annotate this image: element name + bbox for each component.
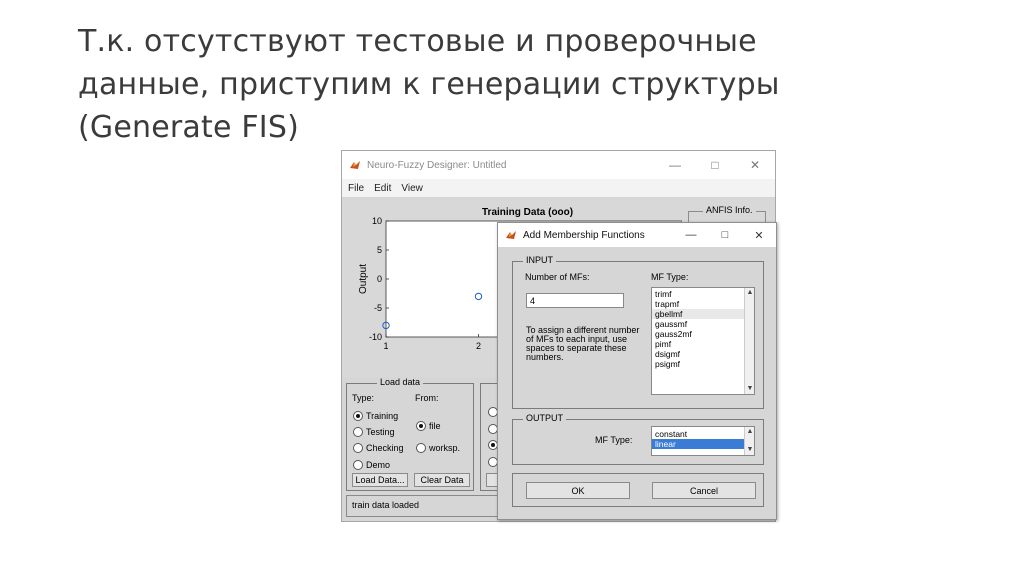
output-section-title: OUTPUT <box>523 413 566 423</box>
output-mf-type-label: MF Type: <box>595 435 633 445</box>
input-mf-option[interactable]: trimf <box>652 289 754 299</box>
add-membership-functions-dialog: Add Membership Functions — □ ✕ INPUT Num… <box>497 222 777 520</box>
y-tick-label: 5 <box>377 245 382 255</box>
menu-file[interactable]: File <box>348 183 364 194</box>
matlab-icon <box>350 161 360 169</box>
clear-data-button[interactable]: Clear Data <box>414 473 470 487</box>
minimize-button[interactable]: — <box>655 151 695 179</box>
radio-training-label: Training <box>366 411 399 421</box>
menu-edit[interactable]: Edit <box>374 183 391 194</box>
matlab-icon <box>506 231 516 239</box>
input-section: INPUT Number of MFs: 4 To assign a diffe… <box>512 255 764 409</box>
slide-title-line-1: Т.к. отсутствуют тестовые и проверочные <box>78 24 757 59</box>
radio-checking[interactable] <box>353 443 363 453</box>
radio-demo-label: Demo <box>366 460 391 470</box>
output-mf-option[interactable]: constant <box>652 429 754 439</box>
output-mf-option[interactable]: linear <box>652 439 754 449</box>
app-titlebar: Neuro-Fuzzy Designer: Untitled — □ ✕ <box>342 151 775 179</box>
anfis-info-label: ANFIS Info. <box>703 205 756 215</box>
slide-title: Т.к. отсутствуют тестовые и проверочные … <box>78 20 978 149</box>
input-mf-type-list[interactable]: trimf trapmf gbellmf gaussmf gauss2mf pimf dsi… <box>651 287 755 395</box>
help-text-line-4: numbers. <box>526 352 564 362</box>
dialog-maximize-button[interactable]: □ <box>708 223 742 247</box>
load-data-title: Load data <box>377 377 424 387</box>
output-section: OUTPUT MF Type: constant linear ▲ ▼ <box>512 413 764 465</box>
input-mf-type-label: MF Type: <box>651 272 689 282</box>
radio-demo[interactable] <box>353 460 363 470</box>
radio-file[interactable] <box>416 421 426 431</box>
dialog-button-bar: OK Cancel <box>512 473 764 507</box>
num-mfs-input[interactable]: 4 <box>526 293 624 308</box>
scroll-up-icon[interactable]: ▲ <box>746 289 754 297</box>
radio-training[interactable] <box>353 411 363 421</box>
y-tick-label: -5 <box>374 303 382 313</box>
input-mf-option[interactable]: gaussmf <box>652 319 754 329</box>
dialog-close-button[interactable]: ✕ <box>742 223 776 247</box>
maximize-button[interactable]: □ <box>695 151 735 179</box>
input-mf-option[interactable]: trapmf <box>652 299 754 309</box>
x-tick-label: 2 <box>476 341 481 351</box>
output-mf-type-list[interactable]: constant linear ▲ ▼ <box>651 426 755 456</box>
ok-button[interactable]: OK <box>526 482 630 499</box>
radio-file-label: file <box>429 421 441 431</box>
scroll-up-icon[interactable]: ▲ <box>746 428 754 436</box>
dialog-titlebar: Add Membership Functions — □ ✕ <box>498 223 776 247</box>
dialog-title: Add Membership Functions <box>523 229 645 241</box>
input-mf-option[interactable]: pimf <box>652 339 754 349</box>
close-button[interactable]: ✕ <box>735 151 775 179</box>
radio-workspace-label: worksp. <box>429 443 461 453</box>
y-tick-label: -10 <box>369 332 382 342</box>
input-mf-option[interactable]: dsigmf <box>652 349 754 359</box>
slide-title-line-2: данные, приступим к генерации структуры <box>78 67 780 102</box>
radio-checking-label: Checking <box>366 443 404 453</box>
y-tick-label: 0 <box>377 274 382 284</box>
menu-view[interactable]: View <box>401 183 423 194</box>
radio-testing-label: Testing <box>366 427 395 437</box>
input-mf-option[interactable]: gauss2mf <box>652 329 754 339</box>
from-label: From: <box>415 393 439 403</box>
input-section-title: INPUT <box>523 255 556 265</box>
y-tick-label: 10 <box>372 216 382 226</box>
load-data-panel: Load data Type: From: Training Testing C… <box>346 377 474 491</box>
radio-workspace[interactable] <box>416 443 426 453</box>
menubar: File Edit View <box>342 179 775 197</box>
radio-testing[interactable] <box>353 427 363 437</box>
num-mfs-label: Number of MFs: <box>525 272 590 282</box>
x-tick-label: 1 <box>383 341 388 351</box>
scroll-down-icon[interactable]: ▼ <box>746 385 754 393</box>
type-label: Type: <box>352 393 375 403</box>
slide-title-line-3: (Generate FIS) <box>78 110 300 145</box>
load-data-button[interactable]: Load Data... <box>352 473 408 487</box>
input-mf-option[interactable]: gbellmf <box>652 309 754 319</box>
y-axis-label: Output <box>358 264 369 294</box>
input-mf-option[interactable]: psigmf <box>652 359 754 369</box>
input-mf-scrollbar[interactable]: ▲ ▼ <box>744 288 754 394</box>
dialog-minimize-button[interactable]: — <box>674 223 708 247</box>
output-mf-scrollbar[interactable]: ▲ ▼ <box>744 427 754 455</box>
app-title: Neuro-Fuzzy Designer: Untitled <box>367 159 507 171</box>
cancel-button[interactable]: Cancel <box>652 482 756 499</box>
scroll-down-icon[interactable]: ▼ <box>746 446 754 454</box>
